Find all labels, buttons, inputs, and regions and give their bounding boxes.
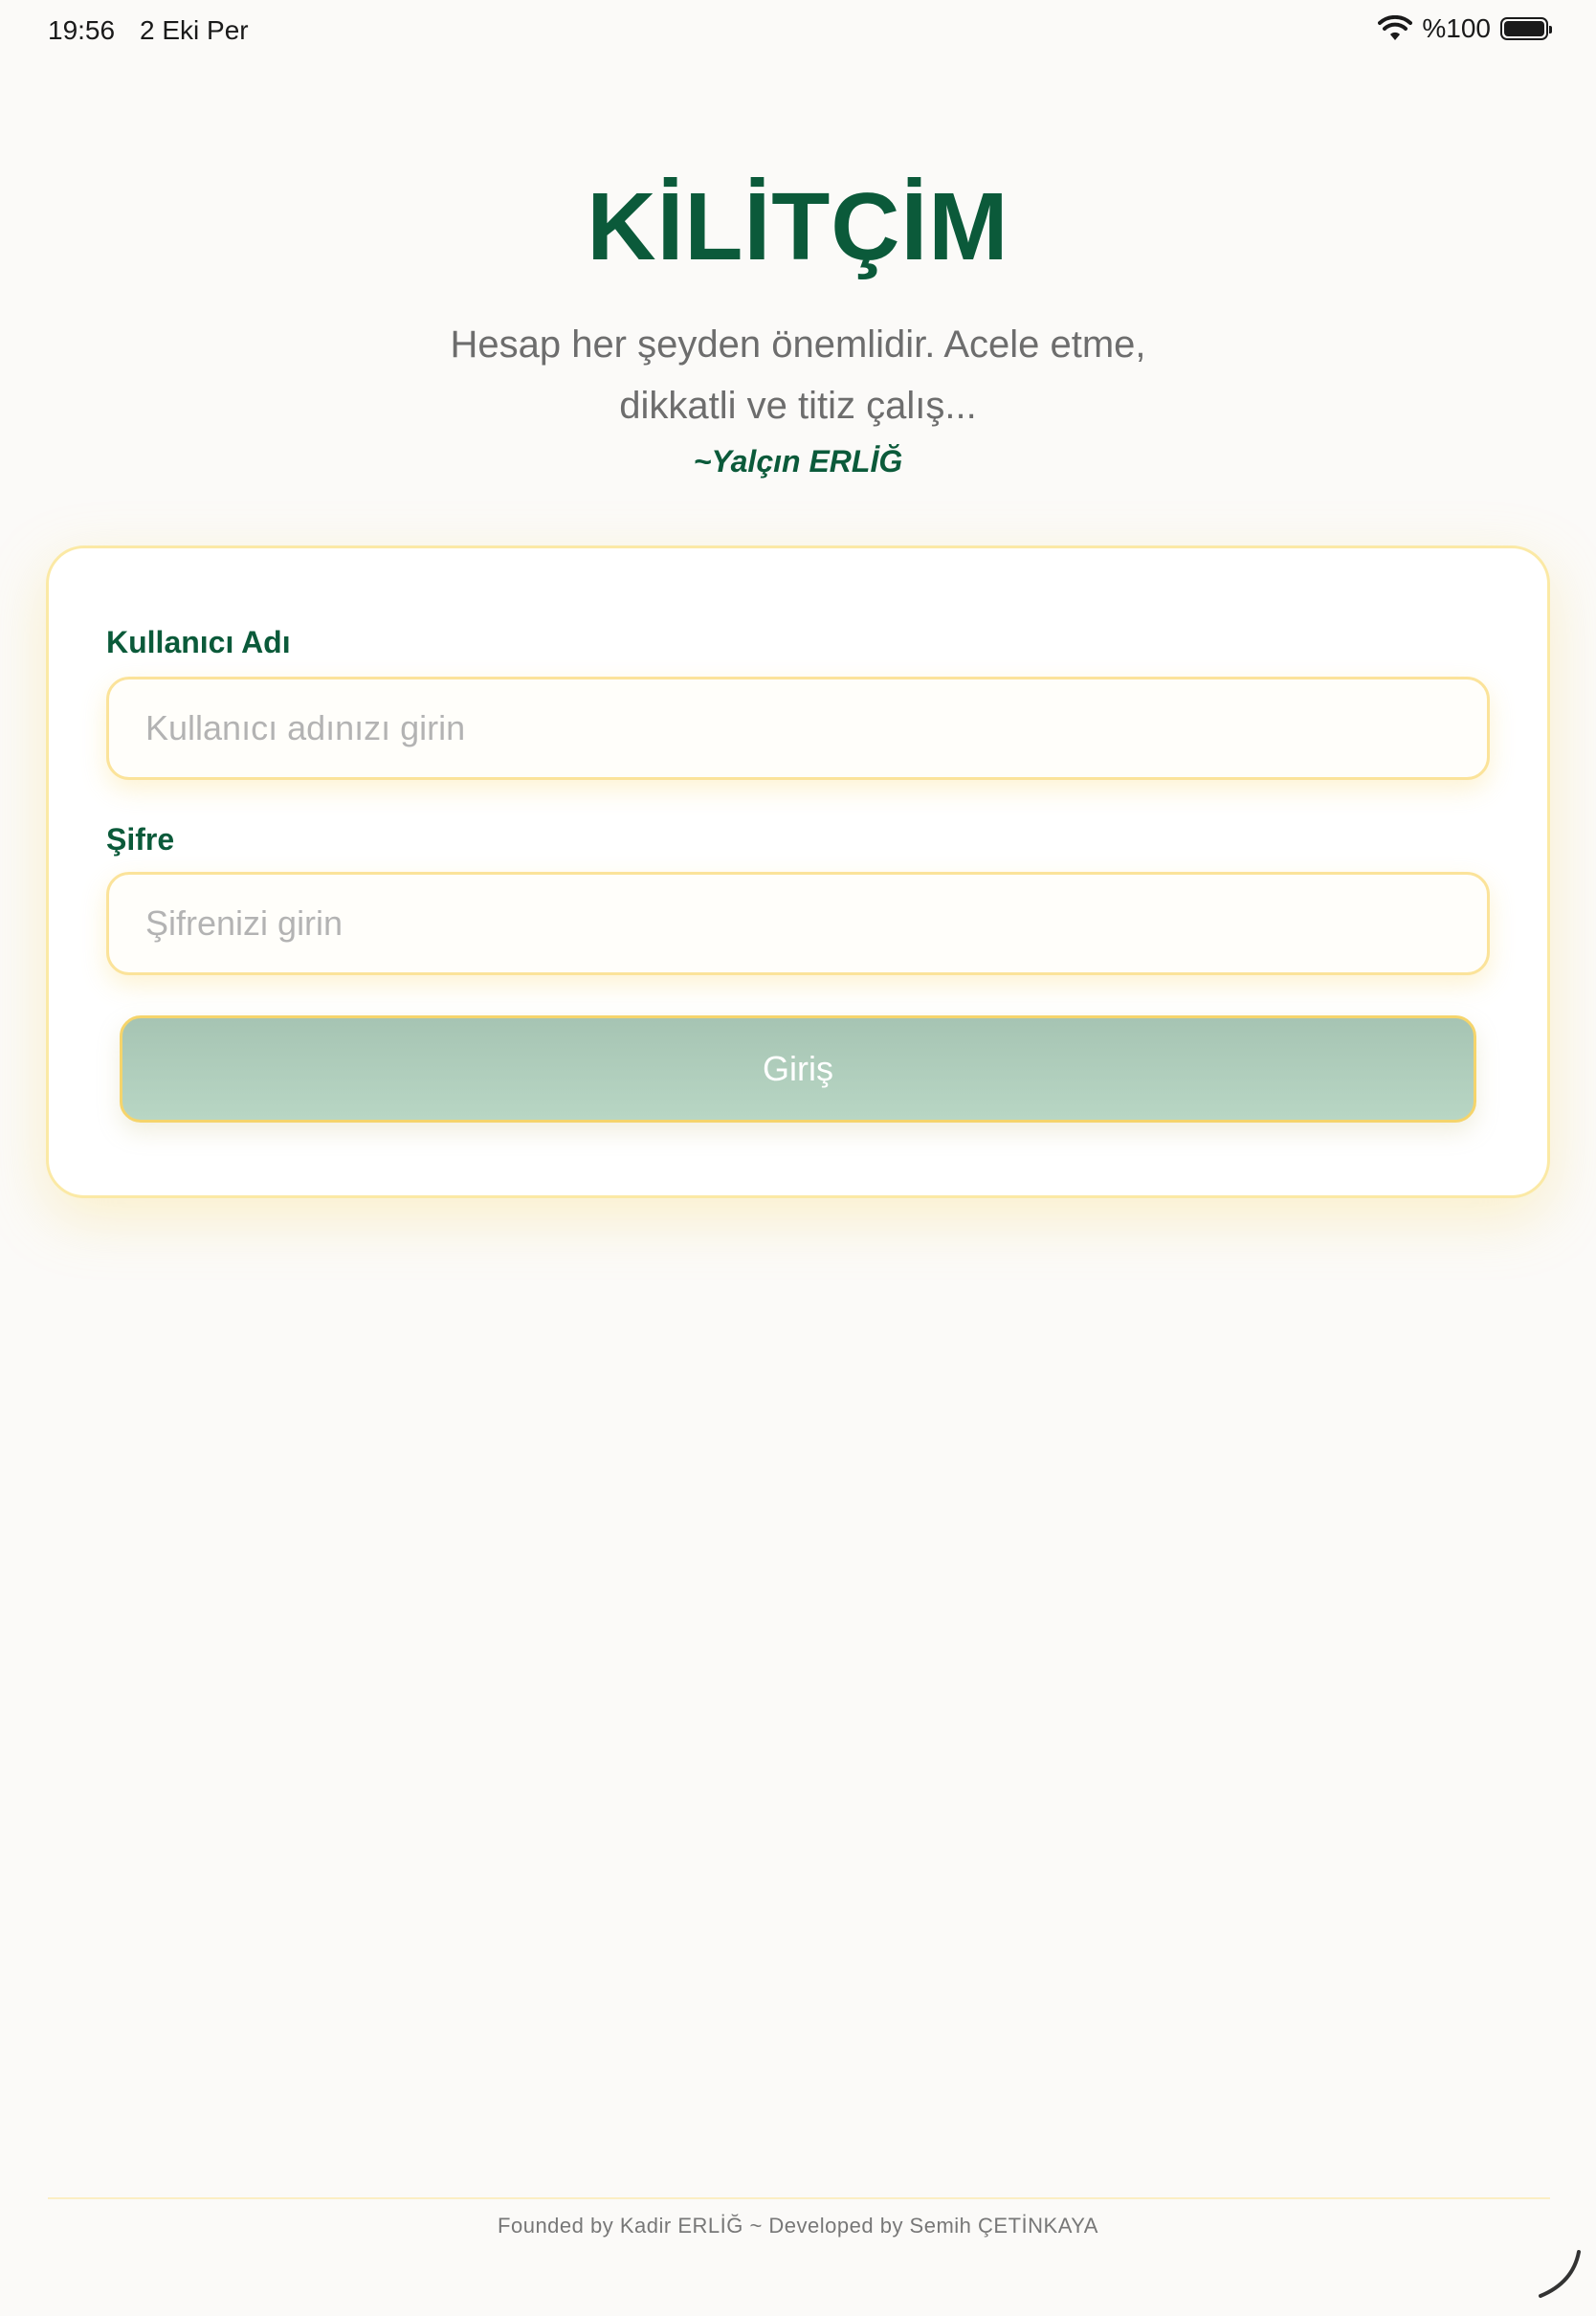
login-screen: 19:56 2 Eki Per %100 KİLİTÇİM Hesap her … [0, 0, 1596, 2316]
resize-handle-icon [1529, 2244, 1586, 2306]
login-button[interactable]: Giriş [120, 1015, 1476, 1123]
status-bar: 19:56 2 Eki Per %100 [0, 0, 1596, 61]
quote-line-2: dikkatli ve titiz çalış... [619, 385, 977, 427]
wifi-icon [1378, 15, 1413, 42]
quote: Hesap her şeyden önemlidir. Acele etme, … [367, 314, 1229, 436]
username-label: Kullanıcı Adı [106, 625, 291, 659]
footer-credits: Founded by Kadir ERLİĞ ~ Developed by Se… [498, 2214, 1098, 2238]
status-time: 19:56 [48, 15, 116, 45]
quote-author: ~Yalçın ERLİĞ [693, 444, 903, 479]
password-input[interactable] [106, 872, 1490, 975]
battery-icon [1500, 17, 1552, 40]
login-card: Kullanıcı Adı Şifre Giriş [46, 546, 1550, 1198]
username-input[interactable] [106, 677, 1490, 780]
status-indicators: %100 [1378, 13, 1552, 44]
footer-divider [48, 2197, 1550, 2199]
battery-percent: %100 [1422, 13, 1491, 43]
app-title: KİLİTÇİM [587, 173, 1009, 280]
password-label: Şifre [106, 822, 175, 857]
status-date: 2 Eki Per [140, 15, 249, 45]
quote-line-1: Hesap her şeyden önemlidir. Acele etme, [450, 323, 1146, 366]
